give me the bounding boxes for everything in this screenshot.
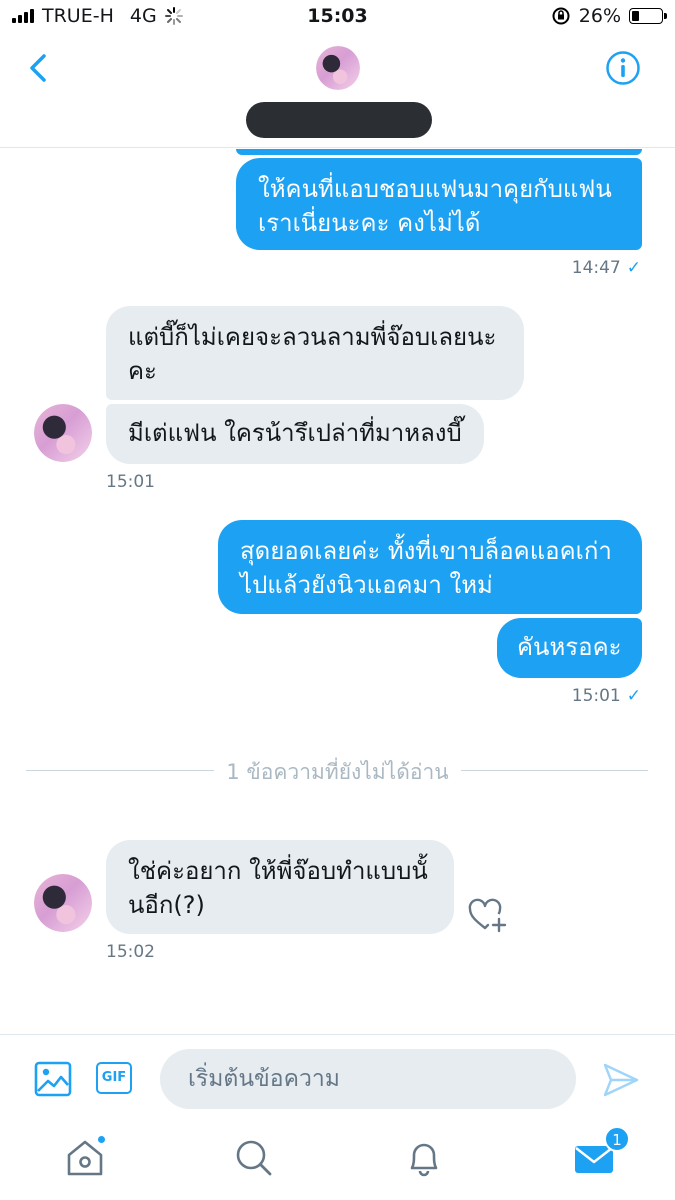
message-timestamp: 15:01 ✓ — [572, 686, 641, 706]
unread-badge: 1 — [604, 1126, 630, 1152]
tab-home[interactable] — [63, 1134, 107, 1180]
unread-divider: 1 ข้อความที่ยังไม่ได้อ่าน — [0, 756, 675, 789]
battery-fill — [632, 11, 640, 21]
avatar[interactable] — [316, 46, 360, 90]
message-bubble-outgoing[interactable]: ให้คนที่แอบชอบแฟนมาคุยกับแฟน เราเนี่ยนะค… — [236, 158, 642, 250]
message-composer: GIF — [0, 1034, 675, 1122]
message-text-line: สุดยอดเลยค่ะ ทั้งที่เขาบล็อคแอคเก่า — [240, 537, 612, 565]
message-bubble-incoming[interactable]: ใช่ค่ะอยาก ให้พี่จ๊อบทำแบบนั้ นอีก(?) — [106, 840, 454, 934]
timestamp-text: 15:02 — [106, 942, 155, 962]
message-text-line: คันหรอคะ — [517, 633, 622, 661]
bell-icon — [410, 1143, 438, 1177]
tab-bar: 1 — [0, 1122, 675, 1200]
unread-divider-label: 1 ข้อความที่ยังไม่ได้อ่าน — [214, 760, 461, 784]
message-text-line: ให้คนที่แอบชอบแฟนมาคุยกับแฟน — [258, 175, 612, 203]
timestamp-text: 14:47 — [571, 258, 621, 278]
image-icon[interactable] — [34, 1061, 72, 1097]
orientation-lock-icon — [552, 7, 570, 25]
message-text-line: ไปแล้วยังนิวแอคมา ใหม่ — [240, 571, 493, 599]
battery-icon — [629, 8, 667, 24]
avatar[interactable] — [34, 874, 92, 932]
timestamp-text: 15:01 — [106, 472, 155, 492]
conversation-header — [0, 34, 675, 148]
redacted-contact-name[interactable] — [246, 102, 432, 138]
message-input[interactable] — [160, 1049, 576, 1109]
message-bubble-incoming[interactable]: มีเต่แฟน ใครน้ารึเปล่าที่มาหลงบี๊ — [106, 404, 484, 464]
search-icon — [236, 1140, 272, 1176]
message-timestamp: 15:01 — [106, 472, 155, 492]
send-icon[interactable] — [602, 1061, 640, 1099]
timestamp-text: 15:01 — [571, 686, 621, 706]
battery-percent: 26% — [578, 5, 621, 27]
status-bar: TRUE-H 4G 15:03 26% — [0, 0, 675, 34]
back-icon[interactable] — [24, 50, 54, 86]
message-bubble-outgoing[interactable]: สุดยอดเลยค่ะ ทั้งที่เขาบล็อคแอคเก่า ไปแล… — [218, 520, 642, 614]
tab-messages[interactable]: 1 — [572, 1126, 630, 1180]
message-text-line: คะ — [128, 357, 157, 385]
message-bubble-outgoing[interactable]: คันหรอคะ — [497, 618, 642, 678]
message-text-line: ใช่ค่ะอยาก ให้พี่จ๊อบทำแบบนั้ — [128, 857, 428, 885]
avatar-image — [34, 874, 92, 932]
tab-notifications[interactable] — [402, 1136, 446, 1180]
message-text-line: มีเต่แฟน ใครน้ารึเปล่าที่มาหลงบี๊ — [128, 419, 462, 447]
message-bubble-incoming[interactable]: แต่บี๊ก็ไม่เคยจะลวนลามพี่จ๊อบเลยนะ คะ — [106, 306, 524, 400]
tab-search[interactable] — [232, 1136, 276, 1180]
message-text-line: นอีก(?) — [128, 891, 205, 919]
read-check-icon: ✓ — [626, 686, 641, 706]
read-check-icon: ✓ — [626, 258, 641, 278]
message-timestamp: 14:47 ✓ — [572, 258, 641, 278]
message-text-line: เราเนี่ยนะคะ คงไม่ได้ — [258, 209, 481, 237]
message-timestamp: 15:02 — [106, 942, 155, 962]
info-icon[interactable] — [605, 50, 641, 86]
gif-button[interactable]: GIF — [96, 1062, 132, 1094]
avatar[interactable] — [34, 404, 92, 462]
previous-bubble-edge — [236, 149, 642, 155]
avatar-image — [316, 46, 360, 90]
status-right: 26% — [551, 5, 667, 27]
message-text-line: แต่บี๊ก็ไม่เคยจะลวนลามพี่จ๊อบเลยนะ — [128, 323, 497, 351]
new-content-dot — [96, 1134, 107, 1145]
heart-plus-icon[interactable] — [468, 898, 508, 934]
avatar-image — [34, 404, 92, 462]
